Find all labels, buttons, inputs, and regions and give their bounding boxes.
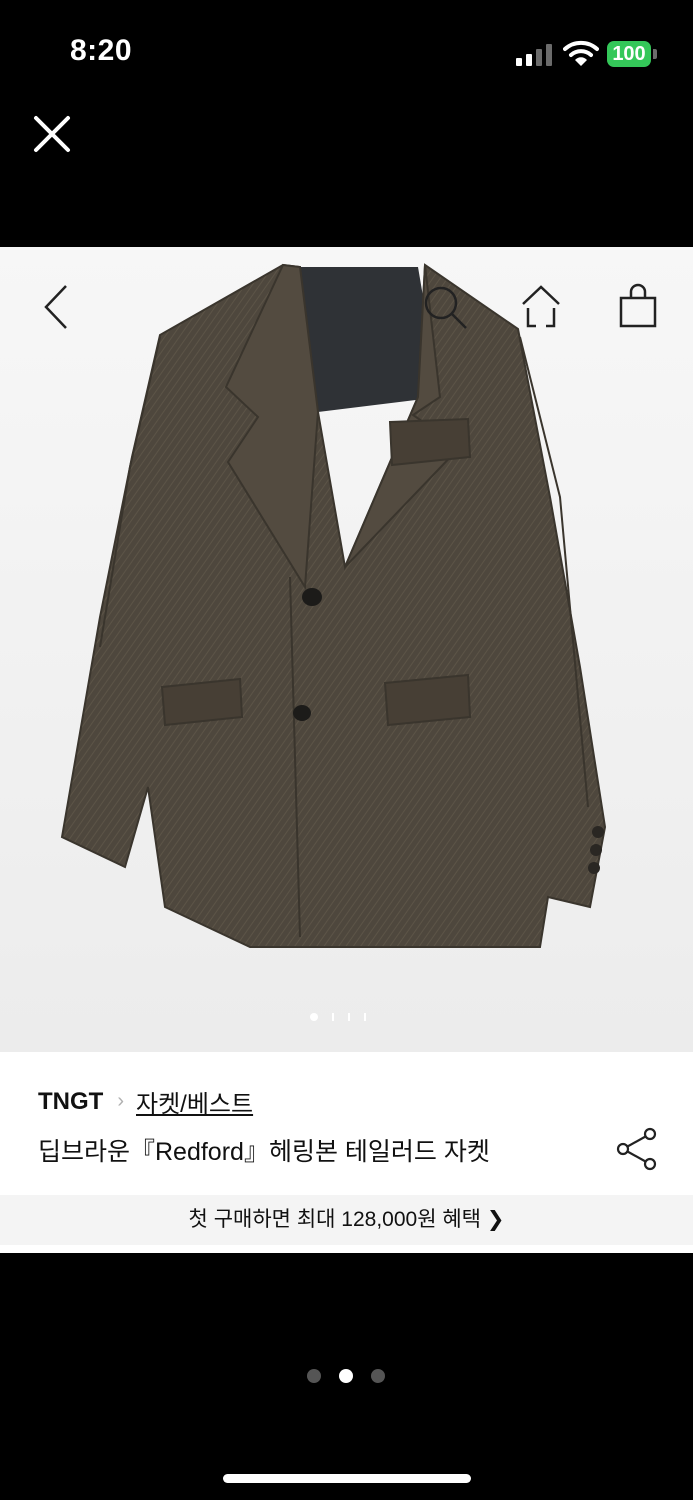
home-icon[interactable] bbox=[516, 282, 566, 332]
battery-tip bbox=[653, 49, 657, 59]
image-dot bbox=[332, 1013, 334, 1021]
first-purchase-benefit-banner[interactable]: 첫 구매하면 최대 128,000원 혜택 ❯ bbox=[0, 1195, 693, 1245]
wifi-icon bbox=[563, 40, 599, 66]
breadcrumb-chevron-icon: › bbox=[117, 1090, 124, 1112]
close-icon[interactable] bbox=[30, 112, 74, 156]
home-indicator[interactable] bbox=[223, 1474, 471, 1483]
screenshot-sheet: TNGT › 자켓/베스트 딥브라운『Redford』헤링본 테일러드 자켓 첫… bbox=[0, 247, 693, 1253]
pager-dot[interactable] bbox=[307, 1369, 321, 1383]
search-icon[interactable] bbox=[420, 282, 470, 332]
status-bar: 8:20 100 bbox=[0, 0, 693, 100]
pager-dot-active[interactable] bbox=[339, 1369, 353, 1383]
shopping-bag-icon[interactable] bbox=[613, 282, 663, 332]
share-icon[interactable] bbox=[614, 1126, 660, 1172]
image-dot bbox=[364, 1013, 366, 1021]
image-dot bbox=[348, 1013, 350, 1021]
product-title: 딥브라운『Redford』헤링본 테일러드 자켓 bbox=[38, 1138, 490, 1166]
back-icon[interactable] bbox=[34, 282, 84, 332]
image-dot-active bbox=[310, 1013, 318, 1021]
product-image[interactable] bbox=[0, 247, 693, 1052]
jacket-illustration bbox=[60, 263, 607, 948]
battery-icon: 100 bbox=[607, 41, 651, 67]
status-time: 8:20 bbox=[70, 34, 133, 67]
cellular-signal-icon bbox=[516, 44, 554, 66]
breadcrumb: TNGT › 자켓/베스트 bbox=[38, 1084, 253, 1119]
product-info: TNGT › 자켓/베스트 딥브라운『Redford』헤링본 테일러드 자켓 bbox=[0, 1052, 693, 1195]
category-link[interactable]: 자켓/베스트 bbox=[136, 1084, 253, 1119]
image-pagination bbox=[310, 1013, 366, 1021]
brand-link[interactable]: TNGT bbox=[38, 1088, 103, 1116]
screenshot-pager bbox=[307, 1369, 385, 1383]
pager-dot[interactable] bbox=[371, 1369, 385, 1383]
